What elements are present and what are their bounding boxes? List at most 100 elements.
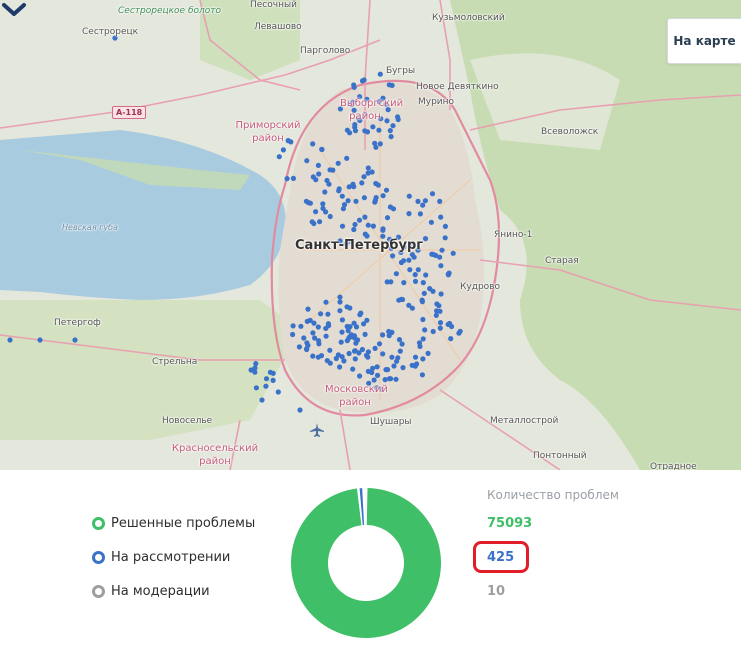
issue-marker[interactable] <box>377 141 383 147</box>
issue-marker[interactable] <box>412 278 419 284</box>
issue-marker[interactable] <box>425 350 431 356</box>
issue-marker[interactable] <box>361 174 367 180</box>
issue-marker[interactable] <box>371 377 377 383</box>
issue-marker[interactable] <box>414 361 420 367</box>
issue-marker[interactable] <box>290 175 296 181</box>
issue-marker[interactable] <box>416 340 423 346</box>
issue-marker[interactable] <box>396 337 403 343</box>
issue-marker[interactable] <box>437 320 444 326</box>
issue-marker[interactable] <box>310 174 316 180</box>
issue-marker[interactable] <box>434 301 440 307</box>
issue-marker[interactable] <box>383 367 389 373</box>
issue-marker[interactable] <box>357 312 363 318</box>
issue-marker[interactable] <box>345 198 351 204</box>
issue-marker[interactable] <box>412 272 418 278</box>
issue-marker[interactable] <box>417 211 423 217</box>
issue-marker[interactable] <box>406 257 412 263</box>
issue-marker[interactable] <box>323 299 329 305</box>
issue-marker[interactable] <box>309 219 315 225</box>
issue-marker[interactable] <box>445 271 451 277</box>
issue-marker[interactable] <box>420 336 426 342</box>
issue-marker[interactable] <box>420 316 426 323</box>
issue-marker[interactable] <box>346 350 352 357</box>
issue-marker[interactable] <box>389 354 395 360</box>
issue-marker[interactable] <box>419 372 425 378</box>
issue-marker[interactable] <box>380 226 386 232</box>
issue-marker[interactable] <box>344 155 350 161</box>
issue-marker[interactable] <box>456 330 462 336</box>
issue-marker[interactable] <box>429 191 436 197</box>
issue-marker[interactable] <box>339 223 346 229</box>
issue-marker[interactable] <box>339 193 345 199</box>
issue-marker[interactable] <box>324 358 330 364</box>
issue-marker[interactable] <box>450 250 456 256</box>
issue-marker[interactable] <box>330 167 336 173</box>
issue-marker[interactable] <box>290 323 296 329</box>
issue-marker[interactable] <box>349 333 355 339</box>
issue-marker[interactable] <box>352 221 358 228</box>
issue-marker[interactable] <box>303 198 309 204</box>
issue-marker[interactable] <box>315 324 321 330</box>
issue-marker[interactable] <box>341 202 348 208</box>
issue-marker[interactable] <box>310 330 316 336</box>
issue-marker[interactable] <box>415 198 421 204</box>
issue-marker[interactable] <box>442 235 448 241</box>
issue-marker[interactable] <box>325 311 331 317</box>
issue-marker[interactable] <box>276 154 282 160</box>
issue-marker[interactable] <box>420 356 426 362</box>
on-map-button[interactable]: На карте <box>667 18 741 64</box>
issue-marker[interactable] <box>267 369 273 375</box>
issue-marker[interactable] <box>327 347 333 353</box>
issue-marker[interactable] <box>399 296 406 303</box>
issue-marker[interactable] <box>315 162 321 168</box>
issue-marker[interactable] <box>320 201 326 207</box>
issue-marker[interactable] <box>301 335 307 341</box>
issue-marker[interactable] <box>401 280 407 286</box>
issue-marker[interactable] <box>359 78 366 84</box>
issue-marker[interactable] <box>362 331 368 337</box>
issue-marker[interactable] <box>311 320 317 326</box>
issue-marker[interactable] <box>377 71 383 77</box>
issue-marker[interactable] <box>370 124 376 130</box>
issue-marker[interactable] <box>37 337 43 343</box>
issue-marker[interactable] <box>275 389 281 395</box>
issue-marker[interactable] <box>373 144 379 150</box>
issue-marker[interactable] <box>376 127 382 133</box>
issue-marker[interactable] <box>327 213 333 220</box>
issue-marker[interactable] <box>380 351 386 357</box>
issue-marker[interactable] <box>387 204 393 210</box>
issue-marker[interactable] <box>422 236 429 242</box>
issue-marker[interactable] <box>333 355 339 362</box>
issue-marker[interactable] <box>344 127 350 133</box>
issue-marker[interactable] <box>270 377 276 383</box>
issue-marker[interactable] <box>336 186 342 192</box>
issue-marker[interactable] <box>337 299 343 305</box>
issue-marker[interactable] <box>259 397 265 403</box>
issue-marker[interactable] <box>335 160 341 166</box>
issue-marker[interactable] <box>442 223 448 229</box>
issue-marker[interactable] <box>406 302 412 308</box>
issue-marker[interactable] <box>263 376 270 382</box>
issue-marker[interactable] <box>318 311 324 317</box>
issue-marker[interactable] <box>373 195 379 201</box>
issue-marker[interactable] <box>433 312 439 318</box>
issue-marker[interactable] <box>434 308 440 314</box>
issue-marker[interactable] <box>386 82 392 88</box>
issue-marker[interactable] <box>430 328 436 335</box>
issue-marker[interactable] <box>448 336 454 342</box>
issue-marker[interactable] <box>316 341 322 347</box>
issue-marker[interactable] <box>337 308 343 314</box>
issue-marker[interactable] <box>362 214 368 220</box>
issue-marker[interactable] <box>323 333 329 339</box>
issue-marker[interactable] <box>437 198 443 204</box>
issue-marker[interactable] <box>359 180 365 186</box>
issue-marker[interactable] <box>384 215 391 221</box>
issue-marker[interactable] <box>407 267 413 273</box>
issue-marker[interactable] <box>439 247 445 253</box>
issue-marker[interactable] <box>7 337 13 343</box>
issue-marker[interactable] <box>387 128 393 134</box>
issue-marker[interactable] <box>423 272 429 278</box>
issue-marker[interactable] <box>397 348 403 354</box>
issue-marker[interactable] <box>415 267 421 273</box>
issue-marker[interactable] <box>362 231 368 237</box>
